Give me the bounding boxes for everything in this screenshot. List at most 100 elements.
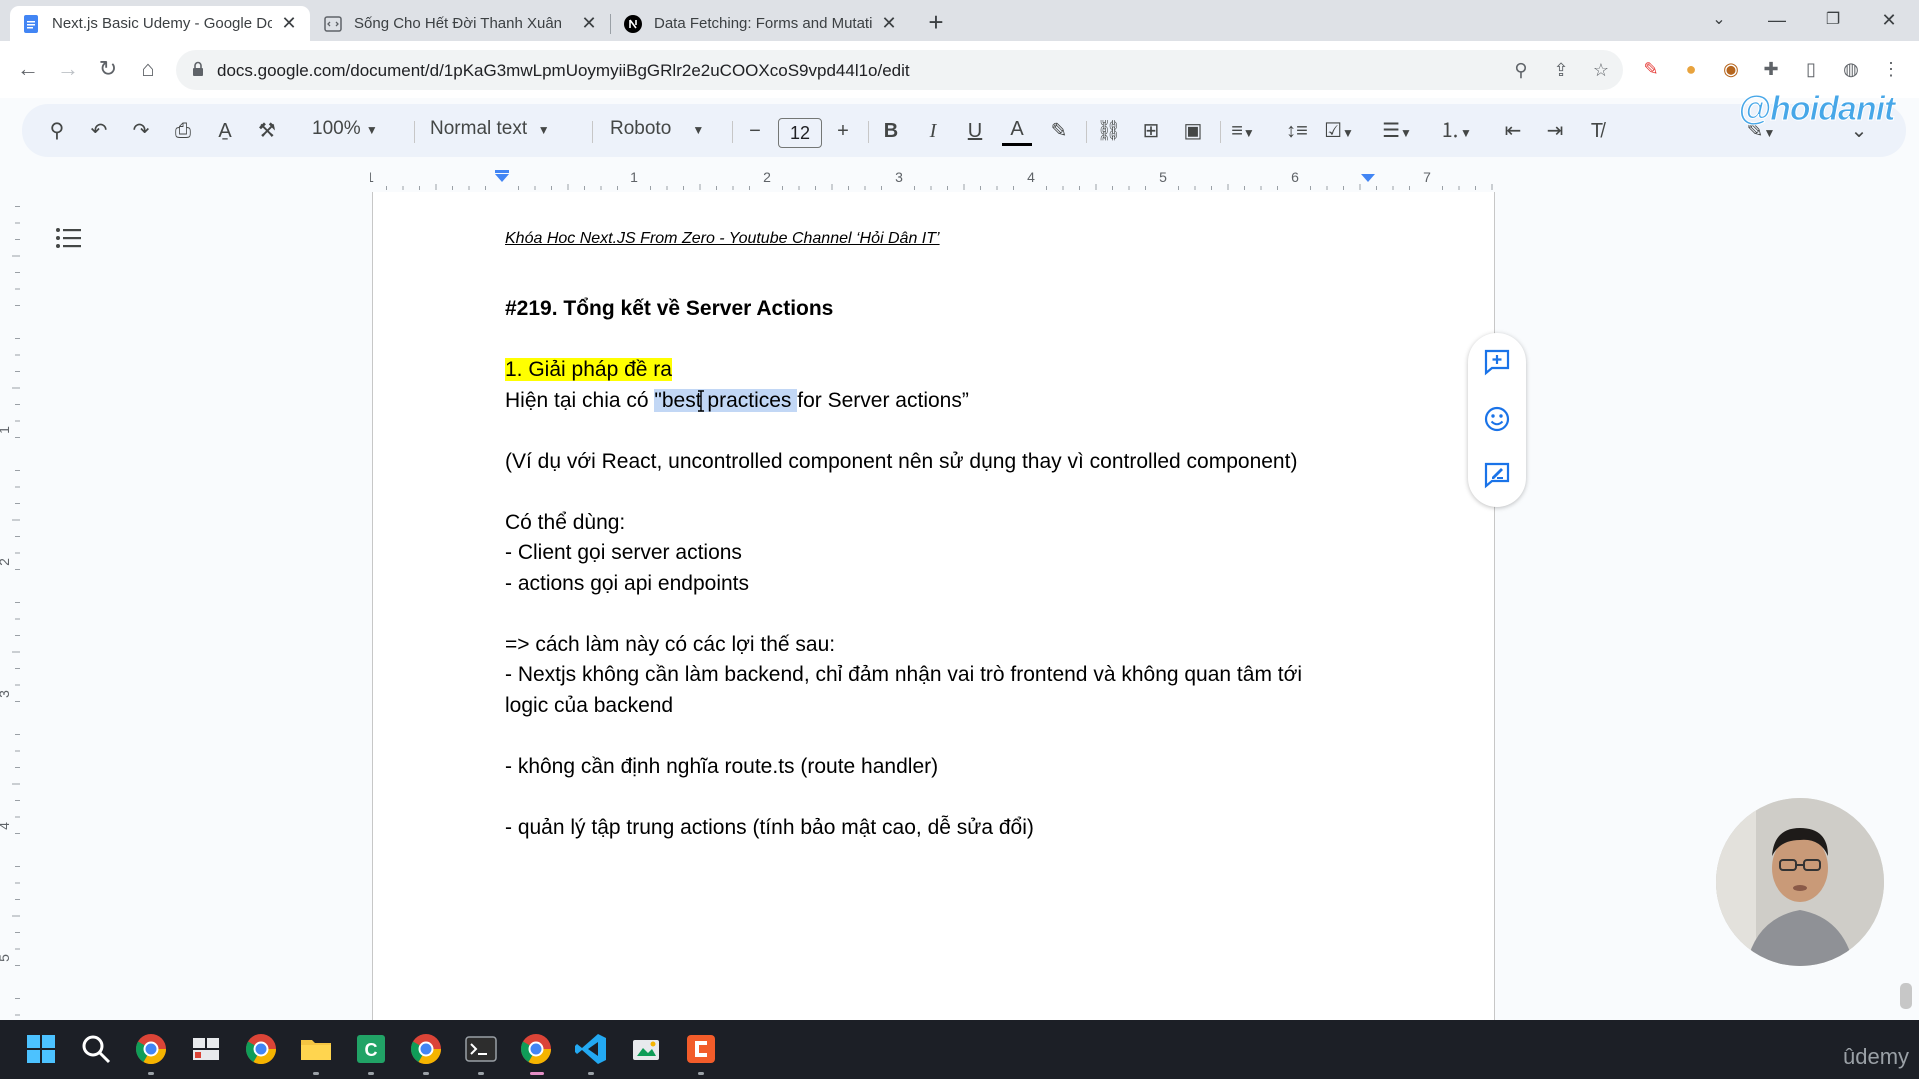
checklist-icon[interactable]: ☑▼ [1324, 116, 1354, 146]
back-button[interactable]: ← [12, 53, 44, 85]
list-item: - actions gọi api endpoints [505, 572, 749, 595]
print-icon[interactable]: ⎙ [168, 116, 198, 146]
reload-button[interactable]: ↻ [92, 53, 124, 85]
cookie-extension-icon[interactable]: ◉ [1720, 58, 1742, 80]
app-icon[interactable] [629, 1032, 663, 1066]
chevron-down-icon: ▼ [365, 123, 378, 137]
zoom-icon[interactable]: ⚲ [1510, 59, 1532, 81]
app-orange-icon[interactable] [684, 1032, 718, 1066]
app-green-icon[interactable]: C [354, 1032, 388, 1066]
tab-title: Sống Cho Hết Đời Thanh Xuân [354, 15, 563, 32]
left-indent-marker[interactable] [495, 174, 509, 182]
close-window-button[interactable]: ✕ [1866, 4, 1912, 36]
first-line-indent-marker[interactable] [495, 170, 509, 173]
suggest-edits-icon[interactable] [1483, 461, 1511, 489]
close-tab-icon[interactable]: ✕ [880, 13, 898, 34]
paragraph-line: Có thể dùng: [505, 511, 626, 534]
increase-indent-icon[interactable]: ⇥ [1540, 116, 1570, 146]
chrome-icon[interactable] [519, 1032, 553, 1066]
udemy-logo: ûdemy [1843, 1044, 1910, 1069]
italic-icon[interactable]: I [918, 116, 948, 146]
windows-taskbar: C [0, 1020, 1919, 1079]
paragraph-line: => cách làm này có các lợi thế sau: [505, 633, 836, 656]
search-menus-icon[interactable]: ⚲ [42, 116, 72, 146]
web-page-icon [324, 15, 342, 32]
close-tab-icon[interactable]: ✕ [580, 13, 598, 34]
search-icon[interactable] [79, 1032, 113, 1066]
insert-image-icon[interactable]: ▣ [1178, 116, 1208, 146]
home-button[interactable]: ⌂ [132, 53, 164, 85]
presenter-image [1716, 798, 1884, 966]
font-size-input[interactable]: 12 [778, 118, 822, 148]
style-value: Normal text [430, 118, 528, 139]
bulleted-list-icon[interactable]: ☰▼ [1382, 116, 1412, 146]
google-docs-icon [24, 14, 38, 33]
scrollbar-thumb[interactable] [1900, 983, 1912, 1009]
running-indicator [423, 1072, 429, 1075]
increase-font-size-icon[interactable]: + [828, 116, 858, 146]
profile-avatar[interactable]: ◍ [1840, 58, 1862, 80]
toolbar-divider [1220, 121, 1221, 143]
numbered-list-icon[interactable]: ⒈▼ [1440, 116, 1472, 146]
windows-start-icon[interactable] [24, 1032, 58, 1066]
minimize-button[interactable]: — [1754, 4, 1800, 36]
ruler-number: 1 [370, 169, 374, 185]
tab-song-cho-het-doi[interactable]: Sống Cho Hết Đời Thanh Xuân ✕ [312, 6, 610, 41]
decrease-indent-icon[interactable]: ⇤ [1498, 116, 1528, 146]
chevron-down-icon: ▼ [692, 123, 705, 137]
share-icon[interactable]: ⇪ [1550, 59, 1572, 81]
document-outline-icon[interactable] [55, 226, 83, 250]
tab-data-fetching[interactable]: Data Fetching: Forms and Mutations ✕ [612, 6, 910, 41]
zoom-select[interactable]: 100% ▼ [312, 118, 378, 140]
address-bar[interactable]: docs.google.com/document/d/1pKaG3mwLpmUo… [176, 50, 1623, 90]
chrome-icon[interactable] [244, 1032, 278, 1066]
paragraph-style-select[interactable]: Normal text ▼ [430, 118, 550, 140]
chrome-icon[interactable] [409, 1032, 443, 1066]
tab-google-docs[interactable]: Next.js Basic Udemy - Google Docs ✕ [10, 6, 310, 41]
bookmark-star-icon[interactable]: ☆ [1590, 59, 1612, 81]
new-tab-button[interactable]: + [921, 8, 951, 38]
paint-format-icon[interactable]: ⚒ [252, 116, 282, 146]
lock-icon [193, 61, 203, 76]
line-spacing-icon[interactable]: ↕≡ [1282, 116, 1312, 146]
side-panel-icon[interactable]: ▯ [1800, 58, 1822, 80]
text-color-icon[interactable]: A [1002, 116, 1032, 146]
add-comment-icon[interactable]: ⊞ [1136, 116, 1166, 146]
close-tab-icon[interactable]: ✕ [280, 13, 298, 34]
terminal-icon[interactable] [464, 1032, 498, 1066]
bold-icon[interactable]: B [876, 116, 906, 146]
clear-formatting-icon[interactable]: T̸ [1582, 116, 1612, 146]
toolbar-divider [1086, 121, 1087, 143]
ruler-number: 5 [1159, 169, 1167, 185]
emoji-reaction-icon[interactable] [1483, 405, 1511, 433]
app-icon[interactable] [189, 1032, 223, 1066]
document-title: #219. Tổng kết về Server Actions [505, 297, 834, 320]
highlight-color-icon[interactable]: ✎ [1044, 116, 1074, 146]
extension-icon[interactable]: ● [1680, 58, 1702, 80]
file-explorer-icon[interactable] [299, 1032, 333, 1066]
vscode-icon[interactable] [574, 1032, 608, 1066]
text-cursor-icon [698, 390, 704, 412]
ruler-number: 6 [1291, 169, 1299, 185]
extensions-puzzle-icon[interactable]: ✚ [1760, 58, 1782, 80]
chevron-down-icon: ▼ [537, 123, 550, 137]
forward-button[interactable]: → [52, 53, 84, 85]
insert-link-icon[interactable]: ⛓ [1094, 116, 1124, 146]
right-indent-marker[interactable] [1361, 174, 1375, 182]
add-comment-icon[interactable] [1483, 348, 1511, 376]
chrome-menu-icon[interactable]: ⋮ [1880, 58, 1902, 80]
channel-watermark: @hoidanit [1737, 90, 1895, 129]
underline-icon[interactable]: U [960, 116, 990, 146]
ruler-number: 2 [763, 169, 771, 185]
spellcheck-icon[interactable]: A̱ [210, 116, 240, 146]
align-left-icon[interactable]: ≡▼ [1228, 116, 1258, 146]
restore-button[interactable]: ❐ [1810, 4, 1856, 36]
redo-icon[interactable]: ↷ [126, 116, 156, 146]
tab-search-icon[interactable]: ⌄ [1696, 4, 1742, 36]
decrease-font-size-icon[interactable]: − [740, 116, 770, 146]
font-select[interactable]: Roboto ▼ [610, 118, 704, 140]
pen-extension-icon[interactable]: ✎ [1640, 58, 1662, 80]
undo-icon[interactable]: ↶ [84, 116, 114, 146]
chrome-icon[interactable] [134, 1032, 168, 1066]
text-run: for Server actions” [797, 389, 969, 412]
